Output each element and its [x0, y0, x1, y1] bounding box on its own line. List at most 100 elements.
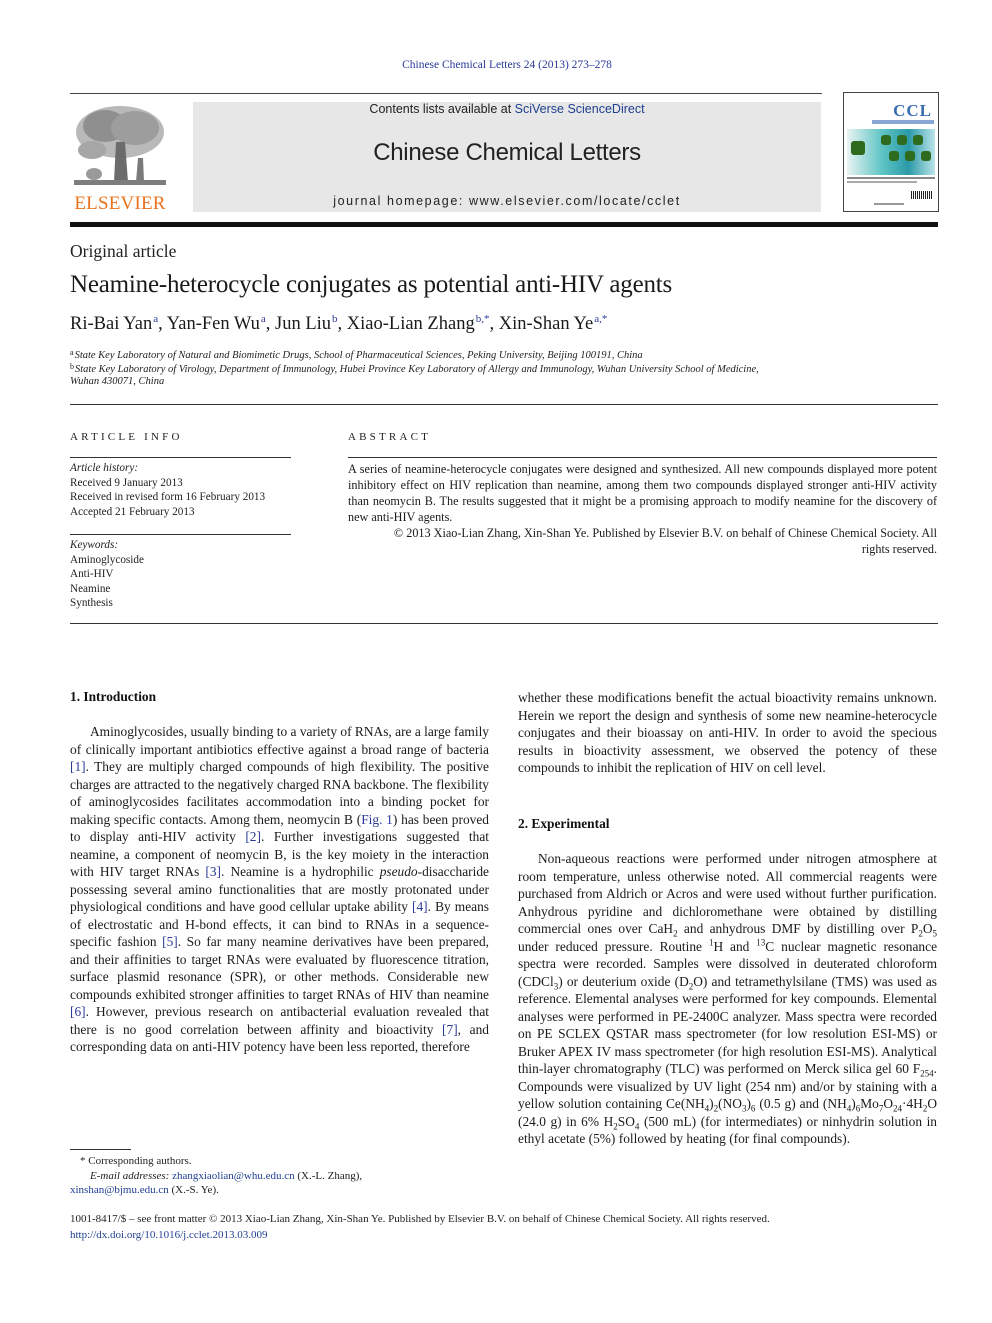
abstract-copyright: © 2013 Xiao-Lian Zhang, Xin-Shan Ye. Pub…	[393, 525, 937, 556]
author-affiliation-mark[interactable]: a	[261, 313, 266, 325]
keywords: Keywords: Aminoglycoside Anti-HIV Neamin…	[70, 538, 144, 611]
cover-text-line	[847, 177, 935, 179]
article-info-heading: ARTICLE INFO	[70, 431, 183, 443]
footnote: * Corresponding authors. E-mail addresse…	[70, 1154, 362, 1198]
divider	[70, 623, 938, 624]
section-heading-experimental: 2. Experimental	[518, 816, 610, 831]
cover-molecule	[881, 135, 891, 145]
email-label: E-mail addresses:	[90, 1169, 173, 1182]
author-affiliation-mark[interactable]: b	[332, 313, 338, 325]
barcode-icon	[911, 191, 933, 199]
contents-prefix: Contents lists available at	[369, 102, 515, 116]
experimental-paragraph: Non-aqueous reactions were performed und…	[518, 850, 937, 1148]
keyword: Synthesis	[70, 597, 113, 609]
email-link[interactable]: xinshan@bjmu.edu.cn	[70, 1184, 169, 1196]
issn-copyright-line: 1001-8417/$ – see front matter © 2013 Xi…	[70, 1213, 770, 1225]
contents-availability: Contents lists available at SciVerse Sci…	[193, 102, 821, 116]
superscript: 13	[756, 937, 766, 948]
article-history: Article history: Received 9 January 2013…	[70, 461, 265, 519]
author[interactable]: Ri-Bai Yan	[70, 314, 152, 334]
corresponding-note: * Corresponding authors.	[80, 1155, 192, 1167]
divider	[70, 404, 938, 405]
citation-link[interactable]: [2]	[245, 829, 261, 844]
text: . Neamine is a hydrophilic	[221, 864, 380, 879]
keywords-label: Keywords:	[70, 539, 119, 551]
cover-artwork	[847, 129, 935, 175]
citation-link[interactable]: [7]	[442, 1022, 458, 1037]
text: Mo	[860, 1096, 879, 1111]
citation-link[interactable]: [1]	[70, 759, 86, 774]
email-line: E-mail addresses: zhangxiaolian@whu.edu.…	[70, 1169, 362, 1184]
cover-title: CCL	[893, 101, 932, 120]
email-line: xinshan@bjmu.edu.cn (X.-S. Ye).	[70, 1183, 362, 1198]
citation-link[interactable]: [5]	[162, 934, 178, 949]
text: Aminoglycosides, usually binding to a va…	[70, 724, 489, 757]
cover-molecule	[889, 151, 899, 161]
text: . However, previous research on antibact…	[70, 1004, 489, 1037]
citation-link[interactable]: [4]	[412, 899, 428, 914]
header-top-rule	[70, 93, 822, 94]
text: O	[883, 1096, 893, 1111]
text: under reduced pressure. Routine	[518, 938, 709, 954]
author-affiliation-mark[interactable]: b,*	[476, 313, 490, 325]
elsevier-wordmark: ELSEVIER	[74, 193, 166, 214]
cover-subtitle-bar	[872, 120, 934, 124]
author[interactable]: Xiao-Lian Zhang	[347, 314, 475, 334]
affiliation-text: State Key Laboratory of Virology, Depart…	[75, 364, 759, 375]
front-matter: 1001-8417/$ – see front matter © 2013 Xi…	[70, 1211, 770, 1243]
cover-molecule	[851, 141, 865, 155]
text: (0.5 g) and (NH	[755, 1096, 847, 1111]
divider	[348, 457, 937, 458]
keyword: Neamine	[70, 582, 111, 595]
text: O	[922, 921, 933, 936]
article-history-label: Article history:	[70, 462, 139, 474]
author-list: Ri-Bai Yana, Yan-Fen Wua, Jun Liub, Xiao…	[70, 313, 608, 334]
history-item: Received in revised form 16 February 201…	[70, 491, 266, 503]
keyword: Aminoglycoside	[70, 553, 144, 566]
history-item: Accepted 21 February 2013	[70, 505, 195, 518]
affiliation-b-continued: Wuhan 430071, China	[70, 376, 165, 387]
text: ·4H	[902, 1096, 923, 1111]
text: whether these modifications benefit the …	[518, 690, 937, 775]
citation-link[interactable]: [3]	[205, 864, 221, 879]
subscript: 24	[893, 1103, 902, 1114]
abstract-text: A series of neamine-heterocycle conjugat…	[348, 462, 937, 524]
journal-reference[interactable]: Chinese Chemical Letters 24 (2013) 273–2…	[0, 59, 992, 71]
introduction-paragraph: Aminoglycosides, usually binding to a va…	[70, 723, 489, 1056]
author-affiliation-mark[interactable]: a,*	[594, 313, 607, 325]
citation-link[interactable]: [6]	[70, 1004, 86, 1019]
journal-cover-thumbnail[interactable]: CCL	[843, 92, 939, 212]
text: ) or deuterium oxide (D	[558, 973, 689, 989]
email-owner: (X.-S. Ye).	[168, 1184, 219, 1196]
cover-footer	[874, 203, 904, 205]
history-item: Received 9 January 2013	[70, 476, 183, 489]
cover-molecule	[897, 135, 907, 145]
footnote-rule	[70, 1149, 131, 1150]
cover-text-line	[847, 181, 917, 183]
email-owner: (X.-L. Zhang),	[294, 1169, 363, 1182]
author[interactable]: Jun Liu	[275, 314, 331, 334]
text: SO	[617, 1113, 635, 1129]
email-link[interactable]: zhangxiaolian@whu.edu.cn	[172, 1170, 295, 1182]
figure-link[interactable]: Fig. 1	[361, 812, 393, 827]
article-type: Original article	[70, 241, 177, 261]
author[interactable]: Xin-Shan Ye	[499, 314, 594, 334]
doi-link[interactable]: http://dx.doi.org/10.1016/j.cclet.2013.0…	[70, 1227, 770, 1243]
divider	[70, 457, 291, 458]
text: (NO	[718, 1096, 742, 1111]
abstract-heading: ABSTRACT	[348, 431, 432, 443]
elsevier-tree-icon	[70, 102, 170, 190]
divider	[70, 534, 291, 535]
journal-homepage-link[interactable]: journal homepage: www.elsevier.com/locat…	[193, 194, 821, 208]
introduction-continuation: whether these modifications benefit the …	[518, 689, 937, 777]
elsevier-logo[interactable]: ELSEVIER	[68, 102, 172, 214]
author-affiliation-mark[interactable]: a	[153, 313, 158, 325]
author[interactable]: Yan-Fen Wu	[167, 314, 260, 334]
text: and anhydrous DMF by distilling over P	[677, 921, 919, 936]
sciencedirect-link[interactable]: SciVerse ScienceDirect	[515, 102, 645, 116]
section-heading-introduction: 1. Introduction	[70, 689, 157, 704]
journal-title: Chinese Chemical Letters	[373, 139, 641, 166]
affiliation-b: bState Key Laboratory of Virology, Depar…	[70, 360, 759, 378]
text: H and	[713, 938, 757, 954]
abstract-body: A series of neamine-heterocycle conjugat…	[348, 462, 937, 557]
